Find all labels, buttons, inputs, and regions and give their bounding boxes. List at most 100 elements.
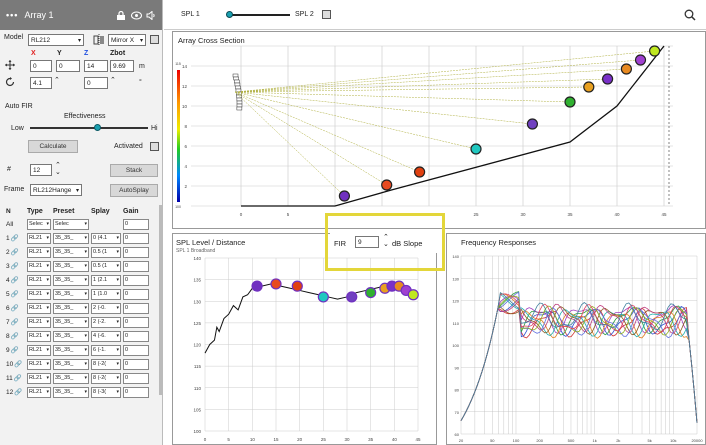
fir-input[interactable]: 9 [355, 236, 379, 248]
spl-toggle-track[interactable] [226, 11, 290, 18]
row-gain-input[interactable]: 0 [123, 372, 149, 384]
link-icon[interactable]: 🔗 [11, 290, 19, 298]
autosplay-button[interactable]: AutoSplay [110, 184, 158, 197]
row-preset-select[interactable]: 35_35_ [53, 288, 89, 300]
row-type-select[interactable]: RL21 [27, 372, 51, 384]
link-icon[interactable]: 🔗 [11, 248, 19, 256]
mirror-checkbox[interactable] [150, 35, 159, 44]
row-splay-select[interactable]: 6 (-1. [91, 344, 121, 356]
row-gain-input[interactable]: 0 [123, 316, 149, 328]
all-preset-select[interactable]: Selec [53, 218, 89, 230]
row-gain-input[interactable]: 0 [123, 232, 149, 244]
effectiveness-slider[interactable] [30, 124, 148, 131]
rotation-input-1[interactable]: 4.1 [30, 77, 52, 89]
frequency-chart[interactable]: 60 70 80 90 100 110 120 130 140 20 50 100 200 500 1k 2k… [447, 234, 705, 444]
link-icon[interactable]: 🔗 [14, 374, 22, 382]
row-type-select[interactable]: RL21 [27, 302, 51, 314]
speaker-icon[interactable] [146, 9, 156, 21]
calculate-button[interactable]: Calculate [28, 140, 78, 153]
row-preset-select[interactable]: 35_35_ [53, 372, 89, 384]
row-gain-input[interactable]: 0 [123, 358, 149, 370]
zbot-input[interactable]: 9.69 [110, 60, 134, 72]
rotation-stepper-2[interactable]: ⌃ [110, 76, 116, 84]
row-type-select[interactable]: RL21 [27, 330, 51, 342]
x-input[interactable]: 0 [30, 60, 52, 72]
rotation-input-2[interactable]: 0 [84, 77, 108, 89]
row-splay-select[interactable]: 0.5 (1 [91, 260, 121, 272]
row-type-select[interactable]: RL21 [27, 344, 51, 356]
table-scrollbar[interactable] [159, 205, 162, 395]
x-label: X [31, 50, 36, 57]
spl-toggle-handle[interactable] [226, 11, 233, 18]
row-type-select[interactable]: RL21 [27, 358, 51, 370]
row-gain-input[interactable]: 0 [123, 260, 149, 272]
link-icon[interactable]: 🔗 [11, 332, 19, 340]
row-splay-select[interactable]: 1 (1.0 [91, 288, 121, 300]
row-preset-select[interactable]: 35_35_ [53, 274, 89, 286]
rotation-stepper-1[interactable]: ⌃ [54, 76, 60, 84]
mirror-select[interactable]: Mirror X [108, 34, 146, 46]
frame-select[interactable]: RL212Hange [30, 184, 82, 196]
z-input[interactable]: 14 [84, 60, 108, 72]
row-splay-select[interactable]: 2 (-2. [91, 316, 121, 328]
row-preset-select[interactable]: 35_35_ [53, 302, 89, 314]
mirror-icon[interactable] [93, 34, 105, 48]
row-gain-input[interactable]: 0 [123, 302, 149, 314]
row-type-select[interactable]: RL21 [27, 260, 51, 272]
link-icon[interactable]: 🔗 [11, 234, 19, 242]
row-splay-select[interactable]: 8 (-2( [91, 358, 121, 370]
row-type-select[interactable]: RL21 [27, 288, 51, 300]
link-icon[interactable]: 🔗 [11, 304, 19, 312]
stack-button[interactable]: Stack [110, 164, 158, 177]
row-gain-input[interactable]: 0 [123, 274, 149, 286]
row-preset-select[interactable]: 35_35_ [53, 246, 89, 258]
activated-checkbox[interactable] [150, 142, 159, 151]
row-type-select[interactable]: RL21 [27, 274, 51, 286]
link-icon[interactable]: 🔗 [14, 360, 22, 368]
row-gain-input[interactable]: 0 [123, 386, 149, 398]
row-type-select[interactable]: RL21 [27, 232, 51, 244]
stack-count-stepper[interactable]: ⌃ ⌄ [55, 162, 61, 176]
all-type-select[interactable]: Selec [27, 218, 51, 230]
row-gain-input[interactable]: 0 [123, 344, 149, 356]
row-preset-select[interactable]: 35_35_ [53, 386, 89, 398]
cross-section-chart[interactable]: 0 5 10 15 20 25 30 35 40 452468101214115100 [173, 32, 705, 228]
row-preset-select[interactable]: 35_35_ [53, 232, 89, 244]
row-splay-select[interactable]: 2 (-0. [91, 302, 121, 314]
link-icon[interactable]: 🔗 [11, 346, 19, 354]
row-preset-select[interactable]: 35_35_ [53, 358, 89, 370]
row-gain-input[interactable]: 0 [123, 288, 149, 300]
row-preset-select[interactable]: 35_35_ [53, 316, 89, 328]
all-gain-input[interactable]: 0 [123, 218, 149, 230]
row-type-select[interactable]: RL21 [27, 386, 51, 398]
effectiveness-slider-handle[interactable] [94, 124, 102, 131]
lock-icon[interactable] [116, 10, 126, 20]
link-icon[interactable]: 🔗 [11, 318, 19, 326]
stack-count-input[interactable]: 12 [30, 164, 52, 176]
row-splay-select[interactable]: 0 (4.1 [91, 232, 121, 244]
link-icon[interactable]: 🔗 [14, 388, 22, 396]
row-type-select[interactable]: RL21 [27, 246, 51, 258]
link-icon[interactable]: 🔗 [11, 262, 19, 270]
link-icon[interactable]: 🔗 [11, 276, 19, 284]
y-input[interactable]: 0 [56, 60, 80, 72]
model-select[interactable]: RL212 [28, 34, 84, 46]
coverage-ray [234, 91, 571, 103]
table-row: 5🔗 RL2135_35_1 (1.00 [6, 287, 158, 301]
row-gain-input[interactable]: 0 [123, 246, 149, 258]
fir-stepper[interactable]: ⌃ ⌄ [383, 234, 389, 248]
row-preset-select[interactable]: 35_35_ [53, 344, 89, 356]
spl2-checkbox[interactable] [322, 10, 331, 19]
search-icon[interactable] [684, 9, 696, 23]
row-type-select[interactable]: RL21 [27, 316, 51, 328]
row-splay-select[interactable]: 8 (-2( [91, 372, 121, 384]
menu-dots-icon[interactable]: ••• [6, 10, 18, 20]
row-splay-select[interactable]: 4 (-6. [91, 330, 121, 342]
eye-icon[interactable] [130, 10, 143, 20]
row-splay-select[interactable]: 1 (2.1 [91, 274, 121, 286]
row-gain-input[interactable]: 0 [123, 330, 149, 342]
row-preset-select[interactable]: 35_35_ [53, 260, 89, 272]
row-splay-select[interactable]: 8 (-3( [91, 386, 121, 398]
row-splay-select[interactable]: 0.5 (1 [91, 246, 121, 258]
row-preset-select[interactable]: 35_35_ [53, 330, 89, 342]
